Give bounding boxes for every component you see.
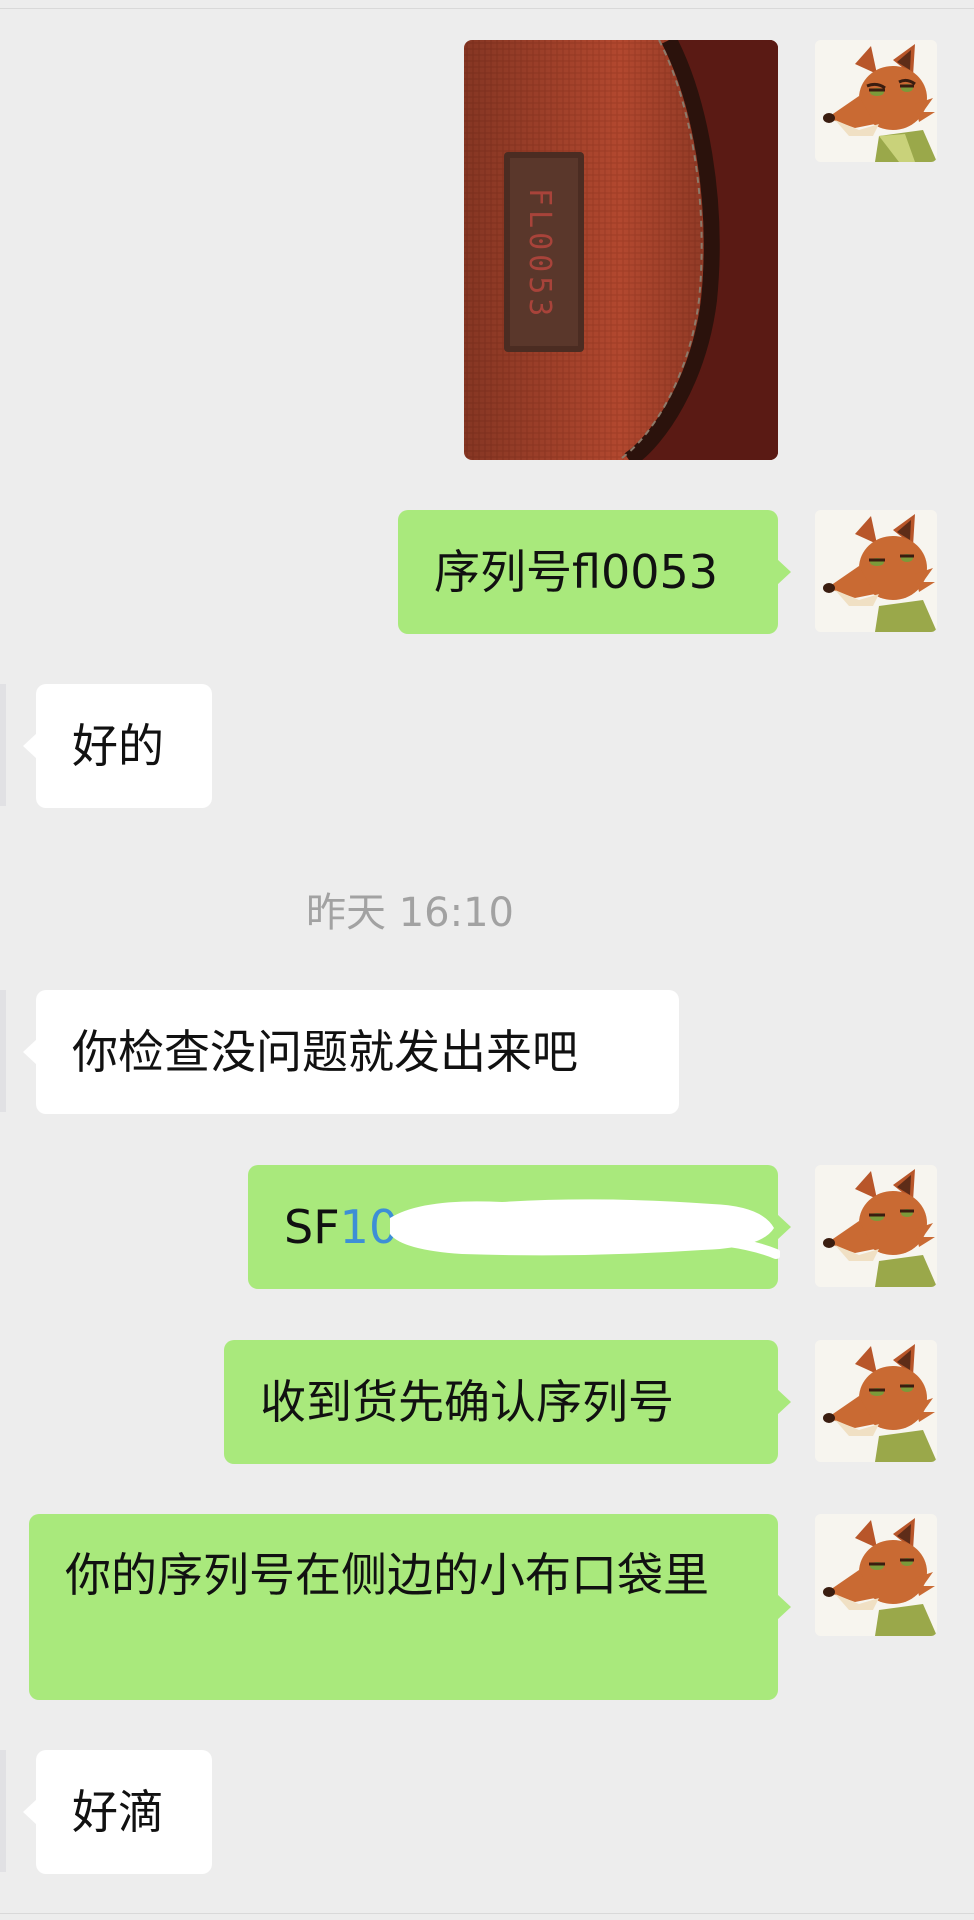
tracking-prefix: SF bbox=[284, 1200, 340, 1254]
message-bubble-sent[interactable]: 序列号fl0053 bbox=[398, 510, 791, 634]
redaction-scribble bbox=[390, 1199, 780, 1259]
tag-serial-text: FL0053 bbox=[522, 188, 557, 320]
message-bubble-received[interactable]: 你检查没问题就发出来吧 bbox=[23, 990, 679, 1114]
message-text: 好滴 bbox=[72, 1785, 164, 1839]
contact-avatar-edge bbox=[0, 1750, 6, 1872]
bottom-divider bbox=[0, 1913, 974, 1914]
avatar-fox-icon[interactable] bbox=[815, 1340, 937, 1462]
fox-avatar-icon bbox=[815, 510, 937, 632]
message-bubble-sent[interactable]: 收到货先确认序列号 bbox=[224, 1340, 791, 1464]
contact-avatar-edge bbox=[0, 990, 6, 1112]
sent-photo-bag-tag[interactable]: FL0053 bbox=[464, 40, 778, 460]
message-bubble-received[interactable]: 好滴 bbox=[23, 1750, 212, 1874]
avatar-fox-icon[interactable] bbox=[815, 510, 937, 632]
message-text: 你的序列号在侧边的小布口袋里 bbox=[65, 1548, 709, 1602]
message-text: 好的 bbox=[72, 719, 164, 773]
fox-avatar-icon bbox=[815, 1514, 937, 1636]
chat-timestamp: 昨天 16:10 bbox=[306, 890, 514, 936]
contact-avatar-edge bbox=[0, 684, 6, 806]
message-text: 收到货先确认序列号 bbox=[260, 1375, 674, 1429]
message-bubble-sent[interactable]: 你的序列号在侧边的小布口袋里 bbox=[29, 1514, 791, 1700]
message-bubble-received[interactable]: 好的 bbox=[23, 684, 212, 808]
fox-avatar-icon bbox=[815, 40, 937, 162]
message-text: 序列号fl0053 bbox=[434, 545, 719, 599]
avatar-fox-icon[interactable] bbox=[815, 1165, 937, 1287]
fox-avatar-icon bbox=[815, 1340, 937, 1462]
fox-avatar-icon bbox=[815, 1165, 937, 1287]
avatar-fox-icon[interactable] bbox=[815, 40, 937, 162]
avatar-fox-icon[interactable] bbox=[815, 1514, 937, 1636]
message-text: 你检查没问题就发出来吧 bbox=[72, 1025, 578, 1079]
top-divider bbox=[0, 8, 974, 9]
